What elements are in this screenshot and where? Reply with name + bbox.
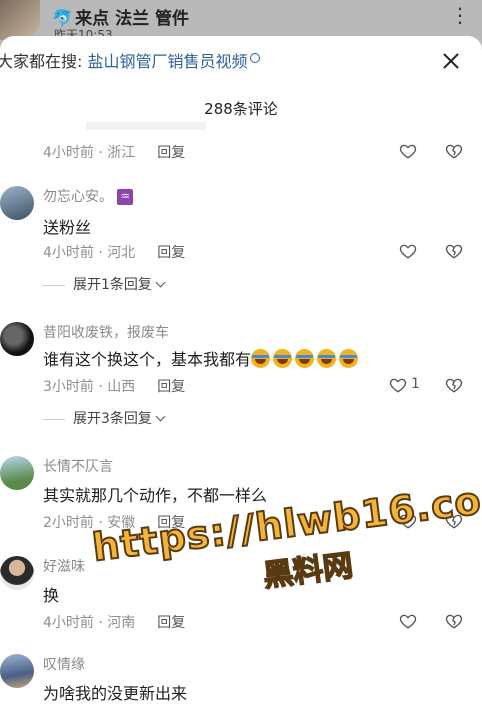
comment-text: 谁有这个换这个，基本我都有 [43,346,361,370]
comment-meta: 3小时前 · 山西 回复 [43,379,186,395]
aquarius-badge-icon: ♒ [117,189,133,205]
chevron-down-icon [155,411,166,422]
like-count: 1 [411,376,420,392]
crying-laughing-emoji-icon [295,349,315,368]
reply-button[interactable]: 回复 [157,245,185,261]
chevron-down-icon [155,277,166,288]
search-suggestion[interactable]: 大家都在搜: 盐山钢管厂销售员视频 [0,48,430,78]
avatar[interactable] [0,186,34,220]
close-button[interactable] [440,50,462,72]
comment-meta: 4小时前 · 河南 回复 [43,615,186,631]
search-query-link[interactable]: 盐山钢管厂销售员视频 [88,52,248,71]
comment-meta: 4小时前 · 河北 回复 [43,245,186,261]
expand-replies-button[interactable]: 展开1条回复 [43,274,166,294]
comment-author[interactable]: 勿忘心安。 ♒ [43,186,133,206]
comment-author[interactable]: 好滋味 [43,556,85,576]
avatar[interactable] [0,556,34,590]
comment-author[interactable]: 叹情缘 [43,654,85,674]
comment-text: 换 [43,586,60,605]
broken-heart-icon[interactable] [445,376,463,394]
comment-count: 288条评论 [204,100,278,118]
comment-text: 为啥我的没更新出来 [43,684,188,703]
broken-heart-icon[interactable] [445,142,463,160]
reply-button[interactable]: 回复 [157,379,185,395]
comment-text: 送粉丝 [43,218,92,237]
crying-laughing-emoji-icon [339,349,359,368]
avatar[interactable] [0,654,34,688]
comment-text: 其实就那几个动作，不都一样么 [43,486,268,505]
avatar[interactable] [0,456,34,490]
heart-icon[interactable] [389,376,407,394]
avatar[interactable] [0,322,34,356]
search-icon [249,53,260,63]
comments-sheet: 大家都在搜: 盐山钢管厂销售员视频 288条评论 4小时前 · 浙江 回复 勿忘心… [0,36,482,708]
broken-heart-icon[interactable] [445,612,463,630]
truncated-comment-text [86,122,206,130]
author-avatar[interactable] [0,0,40,40]
search-prefix: 大家都在搜: [0,52,83,71]
heart-icon[interactable] [399,142,417,160]
more-vertical-icon[interactable]: ⋮ [450,3,470,27]
heart-icon[interactable] [399,242,417,260]
reply-button[interactable]: 回复 [157,145,185,161]
crying-laughing-emoji-icon [251,349,271,368]
post-header: 🐬 来点 法兰 管件 昨天10:53 ⋮ [0,0,482,42]
comment-author[interactable]: 长情不仄言 [43,456,113,476]
comment-author[interactable]: 昔阳收废铁，报废车 [43,322,169,342]
expand-replies-button[interactable]: 展开3条回复 [43,408,166,428]
heart-icon[interactable] [399,612,417,630]
comment-meta: 4小时前 · 浙江 回复 [43,145,186,161]
crying-laughing-emoji-icon [273,349,293,368]
broken-heart-icon[interactable] [445,242,463,260]
crying-laughing-emoji-icon [317,349,337,368]
reply-button[interactable]: 回复 [157,615,185,631]
